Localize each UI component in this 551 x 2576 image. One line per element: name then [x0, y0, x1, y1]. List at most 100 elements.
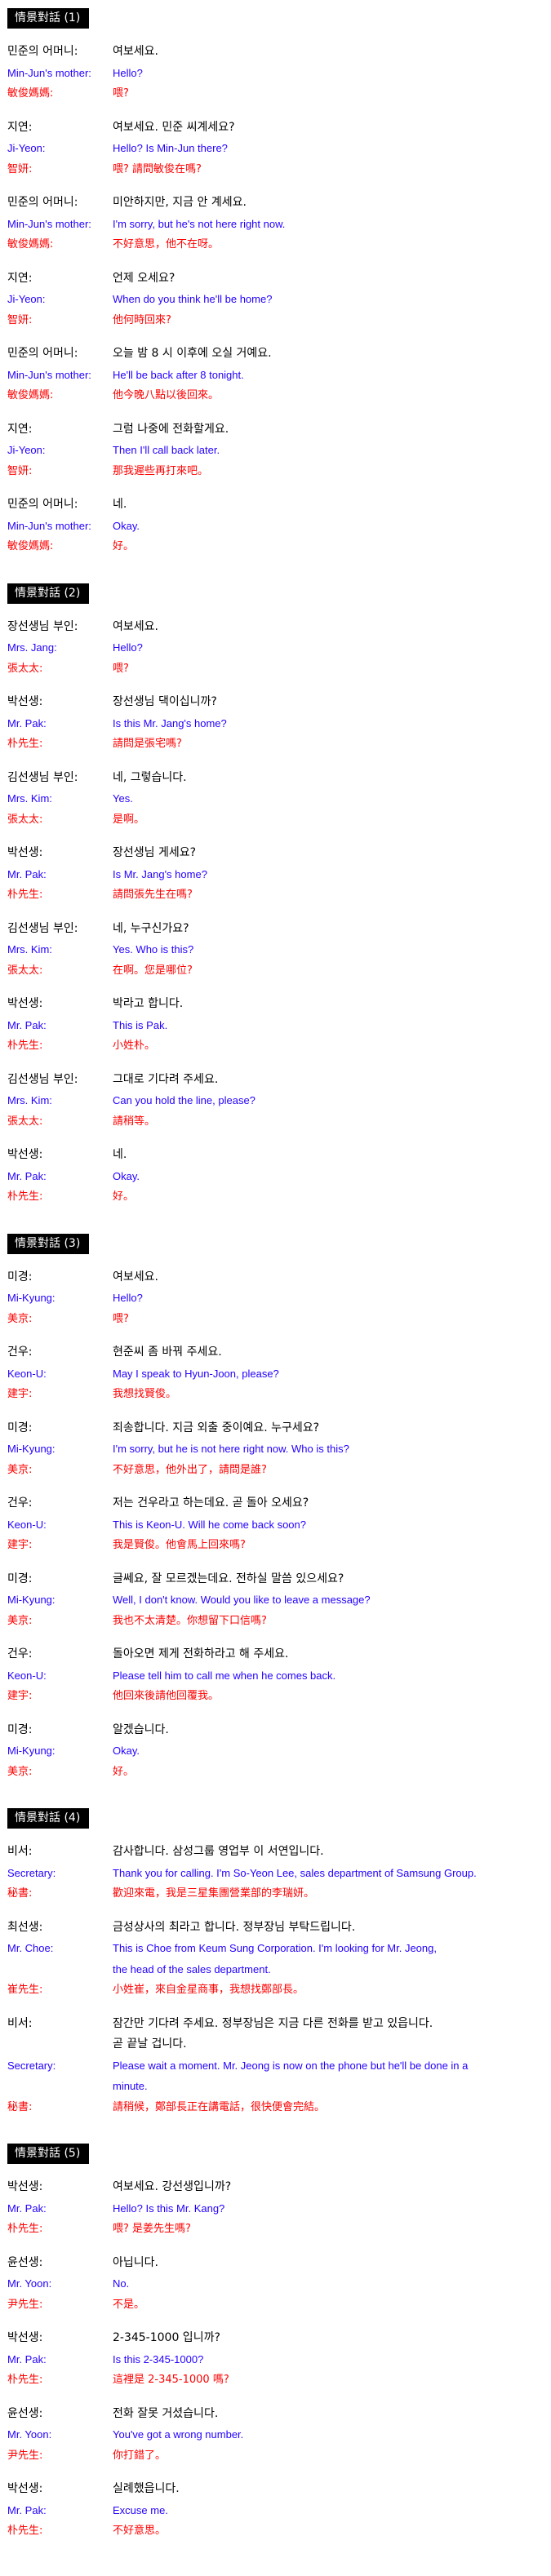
dialogue-entry: 지연: 여보세요. 민준 씨계세요? Ji-Yeon: Hello? Is Min-J…: [7, 117, 551, 180]
section-title: 情景對話 (4): [7, 1808, 89, 1829]
english-line: Mrs. Kim: Can you hold the line, please?: [7, 1090, 551, 1111]
chinese-text: 我是賢俊。他會馬上回來嗎?: [113, 1539, 246, 1551]
chinese-text: 我也不太清楚。你想留下口信嗎?: [113, 1614, 267, 1627]
korean-speaker: 박선생:: [7, 1148, 43, 1161]
english-speaker: Secretary:: [7, 1866, 56, 1879]
english-text: This is Pak.: [113, 1018, 168, 1031]
korean-speaker: 박선생:: [7, 997, 43, 1010]
chinese-line: 智妍: 那我遲些再打來吧。: [7, 461, 551, 482]
korean-text: 여보세요. 강선생입니까?: [113, 2180, 232, 2193]
chinese-line: 朴先生: 好。: [7, 1186, 551, 1208]
english-speaker: Mi-Kyung:: [7, 1443, 56, 1455]
chinese-text: 好。: [113, 1765, 135, 1778]
chinese-speaker: 朴先生:: [7, 738, 43, 750]
english-text: Is this Mr. Jang's home?: [113, 716, 227, 729]
dialogue-entry: 박선생: 네. Mr. Pak: Okay. 朴先生: 好。: [7, 1145, 551, 1208]
dialogue-entry: 박선생: 장선생님 댁이십니까? Mr. Pak: Is this Mr. Jang'…: [7, 692, 551, 755]
english-speaker: [7, 1959, 113, 1980]
chinese-speaker: 敏俊媽媽:: [7, 540, 54, 552]
english-text: Okay.: [113, 519, 140, 532]
korean-speaker: 건우:: [7, 1647, 33, 1660]
english-speaker: Mi-Kyung:: [7, 1594, 56, 1606]
english-text: Okay.: [113, 1169, 140, 1182]
korean-speaker: 최선생:: [7, 1920, 43, 1934]
chinese-speaker: 張太太:: [7, 964, 43, 977]
chinese-text: 好。: [113, 540, 135, 552]
chinese-text: 不好意思，他不在呀。: [113, 238, 220, 251]
english-text: He'll be back after 8 tonight.: [113, 368, 244, 381]
korean-speaker: 장선생님 부인:: [7, 619, 78, 633]
english-text: Okay.: [113, 1745, 140, 1757]
dialogue-entry: 민준의 어머니: 네. Min-Jun's mother: Okay. 敏俊媽媽: 好。: [7, 494, 551, 557]
chinese-line: 尹先生: 不是。: [7, 2294, 551, 2316]
chinese-text: 這裡是 2-345-1000 嗎?: [113, 2374, 229, 2386]
dialogue-entry: 민준의 어머니: 미안하지만, 지금 안 계세요. Min-Jun's mother…: [7, 193, 551, 255]
english-speaker: Min-Jun's mother:: [7, 66, 91, 79]
korean-speaker: 지연:: [7, 120, 33, 134]
english-text: Hello? Is this Mr. Kang?: [113, 2201, 225, 2215]
korean-speaker: 김선생님 부인:: [7, 921, 78, 935]
english-speaker: Min-Jun's mother:: [7, 217, 91, 230]
chinese-line: 建宇: 他回來後請他回覆我。: [7, 1686, 551, 1707]
korean-line: 박선생: 네.: [7, 1145, 551, 1166]
english-text: Can you hold the line, please?: [113, 1094, 256, 1106]
section-title: 情景對話 (1): [7, 8, 89, 29]
korean-text: 현준씨 좀 바꿔 주세요.: [113, 1346, 222, 1359]
korean-text: 2-345-1000 입니까?: [113, 2331, 220, 2344]
korean-text: 감사합니다. 삼성그룹 영업부 이 서연입니다.: [113, 1845, 324, 1858]
chinese-line: 建宇: 我想找賢俊。: [7, 1384, 551, 1405]
english-speaker: Mrs. Jang:: [7, 641, 57, 654]
english-line: Mrs. Jang: Hello?: [7, 637, 551, 658]
english-text: Then I'll call back later.: [113, 444, 220, 456]
english-text: When do you think he'll be home?: [113, 293, 273, 305]
korean-speaker: 민준의 어머니:: [7, 196, 78, 209]
english-line: Mr. Yoon: No.: [7, 2273, 551, 2294]
korean-speaker: 미경:: [7, 1723, 33, 1736]
korean-speaker: 김선생님 부인:: [7, 770, 78, 784]
chinese-speaker: 朴先生:: [7, 889, 43, 901]
chinese-speaker: 建宇:: [7, 1539, 33, 1551]
dialogue-entry: 민준의 어머니: 여보세요. Min-Jun's mother: Hello? 敏俊媽媽…: [7, 42, 551, 104]
dialogue-entry: 박선생: 박라고 합니다. Mr. Pak: This is Pak. 朴先生: 小姓朴。: [7, 994, 551, 1057]
chinese-speaker: 尹先生:: [7, 2298, 43, 2311]
korean-text: 실례했읍니다.: [113, 2482, 180, 2495]
korean-text: 여보세요.: [113, 45, 158, 58]
english-line: Mi-Kyung: Well, I don't know. Would you l…: [7, 1589, 551, 1611]
chinese-text: 喂? 是姜先生嗎?: [113, 2223, 191, 2235]
chinese-text: 好。: [113, 1190, 135, 1203]
korean-speaker: 윤선생:: [7, 2406, 43, 2420]
section-title: 情景對話 (2): [7, 583, 89, 604]
chinese-line: 張太太: 是啊。: [7, 809, 551, 831]
english-line: Min-Jun's mother: He'll be back after 8 t…: [7, 365, 551, 386]
english-line: Mi-Kyung: Okay.: [7, 1740, 551, 1762]
chinese-line: 美京: 我也不太清楚。你想留下口信嗎?: [7, 1611, 551, 1632]
korean-line: 비서: 잠간만 기다려 주세요. 정부장님은 지금 다른 전화를 받고 있읍니다.: [7, 2014, 551, 2035]
chinese-line: 朴先生: 請問是張宅嗎?: [7, 734, 551, 755]
english-text: This is Choe from Keum Sung Corporation.…: [113, 1942, 437, 1954]
english-line: Mrs. Kim: Yes. Who is this?: [7, 939, 551, 960]
chinese-speaker: 敏俊媽媽:: [7, 87, 54, 100]
dialogue-entry: 건우: 돌아오면 제게 전화하라고 해 주세요. Keon-U: Please tel…: [7, 1644, 551, 1707]
chinese-line: 朴先生: 小姓朴。: [7, 1035, 551, 1057]
english-speaker: Mrs. Kim:: [7, 943, 52, 955]
english-speaker: [7, 2076, 113, 2097]
english-line: Ji-Yeon: Hello? Is Min-Jun there?: [7, 138, 551, 159]
english-line: Min-Jun's mother: Hello?: [7, 63, 551, 84]
chinese-text: 不好意思。: [113, 2525, 167, 2537]
english-speaker: Min-Jun's mother:: [7, 368, 91, 381]
chinese-text: 在啊。您是哪位?: [113, 964, 193, 977]
english-speaker: Mr. Pak:: [7, 2352, 47, 2365]
english-line: Min-Jun's mother: I'm sorry, but he's not…: [7, 214, 551, 235]
korean-speaker: 지연:: [7, 271, 33, 285]
english-line: Mrs. Kim: Yes.: [7, 788, 551, 809]
chinese-speaker: 秘書:: [7, 2100, 33, 2113]
korean-speaker: 민준의 어머니:: [7, 347, 78, 360]
english-speaker: Keon-U:: [7, 1669, 47, 1682]
dialogue-entry: 지연: 그럼 나중에 전화할게요. Ji-Yeon: Then I'll call b…: [7, 419, 551, 482]
english-text: Hello?: [113, 1292, 143, 1304]
english-speaker: Mi-Kyung:: [7, 1745, 56, 1757]
korean-line: 민준의 어머니: 여보세요.: [7, 42, 551, 63]
english-line: Mi-Kyung: Hello?: [7, 1288, 551, 1309]
korean-speaker: 윤선생:: [7, 2255, 43, 2269]
english-speaker: Mr. Pak:: [7, 716, 47, 729]
